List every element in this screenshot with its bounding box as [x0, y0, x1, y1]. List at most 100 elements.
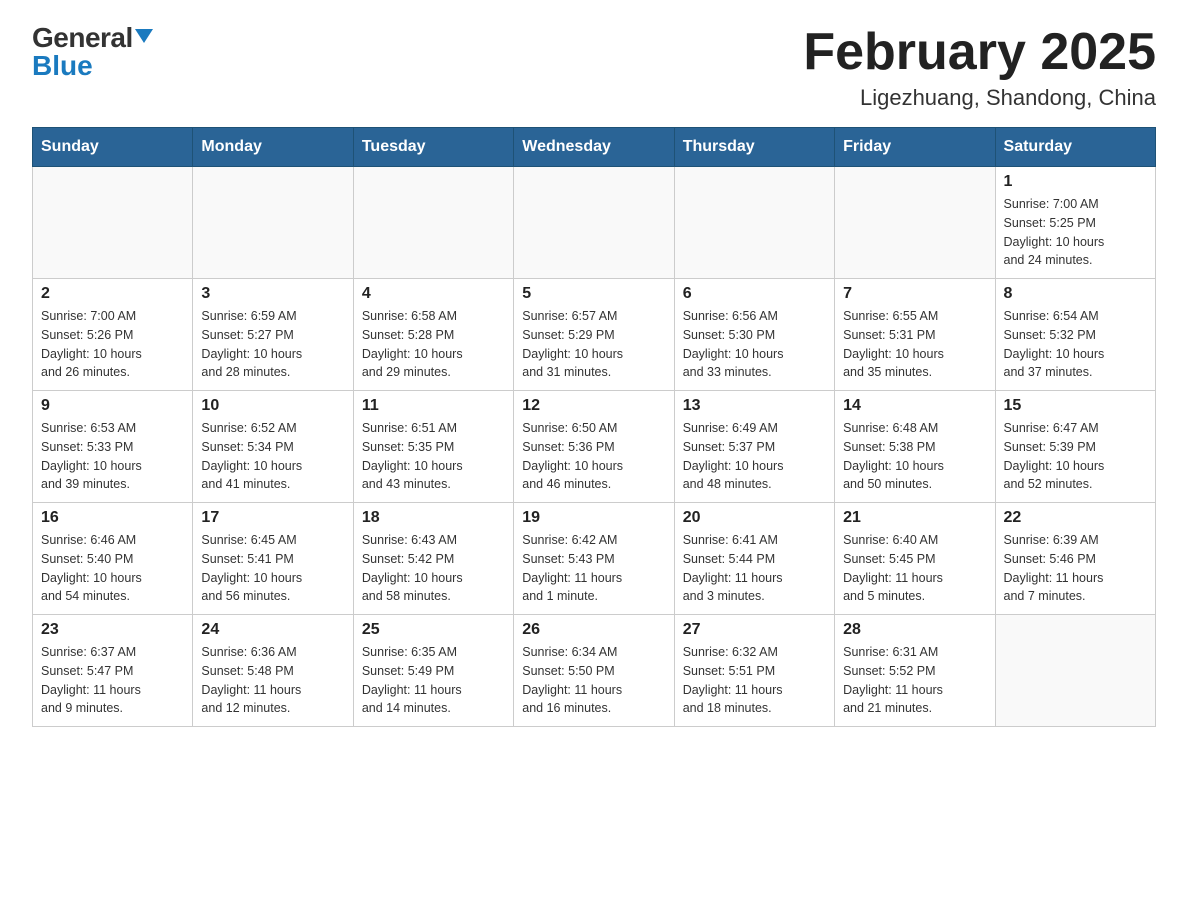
day-info: Sunrise: 6:36 AM Sunset: 5:48 PM Dayligh…	[201, 643, 344, 718]
day-number: 4	[362, 285, 505, 303]
day-number: 21	[843, 509, 986, 527]
title-area: February 2025 Ligezhuang, Shandong, Chin…	[803, 24, 1156, 111]
calendar-cell: 28 Sunrise: 6:31 AM Sunset: 5:52 PM Dayli…	[835, 615, 995, 727]
day-info: Sunrise: 6:56 AM Sunset: 5:30 PM Dayligh…	[683, 307, 826, 382]
day-info: Sunrise: 6:50 AM Sunset: 5:36 PM Dayligh…	[522, 419, 665, 494]
day-info: Sunrise: 6:31 AM Sunset: 5:52 PM Dayligh…	[843, 643, 986, 718]
calendar-cell: 15 Sunrise: 6:47 AM Sunset: 5:39 PM Dayli…	[995, 391, 1155, 503]
calendar-cell: 5 Sunrise: 6:57 AM Sunset: 5:29 PM Daylig…	[514, 279, 674, 391]
day-info: Sunrise: 6:39 AM Sunset: 5:46 PM Dayligh…	[1004, 531, 1147, 606]
calendar-cell: 2 Sunrise: 7:00 AM Sunset: 5:26 PM Daylig…	[33, 279, 193, 391]
calendar-cell: 24Sunrise: 6:36 AM Sunset: 5:48 PM Dayli…	[193, 615, 353, 727]
day-number: 12	[522, 397, 665, 415]
day-info: Sunrise: 6:45 AM Sunset: 5:41 PM Dayligh…	[201, 531, 344, 606]
day-number: 18	[362, 509, 505, 527]
day-info: Sunrise: 6:52 AM Sunset: 5:34 PM Dayligh…	[201, 419, 344, 494]
day-info: Sunrise: 6:55 AM Sunset: 5:31 PM Dayligh…	[843, 307, 986, 382]
calendar-header-row: SundayMondayTuesdayWednesdayThursdayFrid…	[33, 128, 1156, 167]
day-number: 14	[843, 397, 986, 415]
day-info: Sunrise: 6:49 AM Sunset: 5:37 PM Dayligh…	[683, 419, 826, 494]
day-info: Sunrise: 6:34 AM Sunset: 5:50 PM Dayligh…	[522, 643, 665, 718]
calendar-cell: 20 Sunrise: 6:41 AM Sunset: 5:44 PM Dayli…	[674, 503, 834, 615]
day-number: 13	[683, 397, 826, 415]
calendar-cell: 19Sunrise: 6:42 AM Sunset: 5:43 PM Dayli…	[514, 503, 674, 615]
calendar-cell: 12 Sunrise: 6:50 AM Sunset: 5:36 PM Dayli…	[514, 391, 674, 503]
day-number: 20	[683, 509, 826, 527]
calendar-cell: 23Sunrise: 6:37 AM Sunset: 5:47 PM Dayli…	[33, 615, 193, 727]
day-number: 22	[1004, 509, 1147, 527]
day-number: 17	[201, 509, 344, 527]
day-number: 25	[362, 621, 505, 639]
day-info: Sunrise: 6:48 AM Sunset: 5:38 PM Dayligh…	[843, 419, 986, 494]
day-number: 27	[683, 621, 826, 639]
day-info: Sunrise: 6:54 AM Sunset: 5:32 PM Dayligh…	[1004, 307, 1147, 382]
day-header-saturday: Saturday	[995, 128, 1155, 167]
calendar-cell: 6 Sunrise: 6:56 AM Sunset: 5:30 PM Daylig…	[674, 279, 834, 391]
day-header-tuesday: Tuesday	[353, 128, 513, 167]
day-number: 28	[843, 621, 986, 639]
day-number: 11	[362, 397, 505, 415]
calendar-cell: 17 Sunrise: 6:45 AM Sunset: 5:41 PM Dayli…	[193, 503, 353, 615]
calendar-cell	[835, 167, 995, 279]
calendar-week-row: 23Sunrise: 6:37 AM Sunset: 5:47 PM Dayli…	[33, 615, 1156, 727]
calendar-cell	[193, 167, 353, 279]
calendar-table: SundayMondayTuesdayWednesdayThursdayFrid…	[32, 127, 1156, 727]
calendar-cell: 14 Sunrise: 6:48 AM Sunset: 5:38 PM Dayli…	[835, 391, 995, 503]
day-info: Sunrise: 6:40 AM Sunset: 5:45 PM Dayligh…	[843, 531, 986, 606]
calendar-subtitle: Ligezhuang, Shandong, China	[803, 85, 1156, 111]
calendar-cell: 10Sunrise: 6:52 AM Sunset: 5:34 PM Dayli…	[193, 391, 353, 503]
calendar-cell: 13 Sunrise: 6:49 AM Sunset: 5:37 PM Dayli…	[674, 391, 834, 503]
calendar-week-row: 2 Sunrise: 7:00 AM Sunset: 5:26 PM Daylig…	[33, 279, 1156, 391]
day-info: Sunrise: 6:46 AM Sunset: 5:40 PM Dayligh…	[41, 531, 184, 606]
calendar-week-row: 9Sunrise: 6:53 AM Sunset: 5:33 PM Daylig…	[33, 391, 1156, 503]
day-number: 15	[1004, 397, 1147, 415]
day-number: 26	[522, 621, 665, 639]
day-number: 2	[41, 285, 184, 303]
logo-blue-text: Blue	[32, 52, 93, 80]
calendar-cell	[33, 167, 193, 279]
calendar-week-row: 16 Sunrise: 6:46 AM Sunset: 5:40 PM Dayli…	[33, 503, 1156, 615]
day-info: Sunrise: 6:47 AM Sunset: 5:39 PM Dayligh…	[1004, 419, 1147, 494]
day-info: Sunrise: 6:42 AM Sunset: 5:43 PM Dayligh…	[522, 531, 665, 606]
day-info: Sunrise: 6:35 AM Sunset: 5:49 PM Dayligh…	[362, 643, 505, 718]
calendar-cell: 27 Sunrise: 6:32 AM Sunset: 5:51 PM Dayli…	[674, 615, 834, 727]
day-number: 16	[41, 509, 184, 527]
day-info: Sunrise: 6:53 AM Sunset: 5:33 PM Dayligh…	[41, 419, 184, 494]
day-info: Sunrise: 7:00 AM Sunset: 5:26 PM Dayligh…	[41, 307, 184, 382]
calendar-cell	[514, 167, 674, 279]
day-info: Sunrise: 6:58 AM Sunset: 5:28 PM Dayligh…	[362, 307, 505, 382]
calendar-cell: 7 Sunrise: 6:55 AM Sunset: 5:31 PM Daylig…	[835, 279, 995, 391]
calendar-cell: 16 Sunrise: 6:46 AM Sunset: 5:40 PM Dayli…	[33, 503, 193, 615]
calendar-cell: 26 Sunrise: 6:34 AM Sunset: 5:50 PM Dayli…	[514, 615, 674, 727]
day-number: 3	[201, 285, 344, 303]
logo: General Blue	[32, 24, 153, 80]
calendar-cell: 1 Sunrise: 7:00 AM Sunset: 5:25 PM Daylig…	[995, 167, 1155, 279]
calendar-cell: 11Sunrise: 6:51 AM Sunset: 5:35 PM Dayli…	[353, 391, 513, 503]
day-info: Sunrise: 7:00 AM Sunset: 5:25 PM Dayligh…	[1004, 195, 1147, 270]
calendar-cell: 18 Sunrise: 6:43 AM Sunset: 5:42 PM Dayli…	[353, 503, 513, 615]
calendar-cell	[995, 615, 1155, 727]
day-number: 1	[1004, 173, 1147, 191]
calendar-cell: 4 Sunrise: 6:58 AM Sunset: 5:28 PM Daylig…	[353, 279, 513, 391]
calendar-week-row: 1 Sunrise: 7:00 AM Sunset: 5:25 PM Daylig…	[33, 167, 1156, 279]
day-number: 6	[683, 285, 826, 303]
day-info: Sunrise: 6:41 AM Sunset: 5:44 PM Dayligh…	[683, 531, 826, 606]
calendar-title: February 2025	[803, 24, 1156, 81]
day-header-sunday: Sunday	[33, 128, 193, 167]
header: General Blue February 2025 Ligezhuang, S…	[32, 24, 1156, 111]
day-header-thursday: Thursday	[674, 128, 834, 167]
calendar-cell: 9Sunrise: 6:53 AM Sunset: 5:33 PM Daylig…	[33, 391, 193, 503]
day-info: Sunrise: 6:59 AM Sunset: 5:27 PM Dayligh…	[201, 307, 344, 382]
day-number: 7	[843, 285, 986, 303]
calendar-cell	[353, 167, 513, 279]
day-info: Sunrise: 6:37 AM Sunset: 5:47 PM Dayligh…	[41, 643, 184, 718]
calendar-cell: 25 Sunrise: 6:35 AM Sunset: 5:49 PM Dayli…	[353, 615, 513, 727]
logo-triangle-icon	[135, 29, 153, 43]
day-header-monday: Monday	[193, 128, 353, 167]
day-info: Sunrise: 6:32 AM Sunset: 5:51 PM Dayligh…	[683, 643, 826, 718]
day-info: Sunrise: 6:57 AM Sunset: 5:29 PM Dayligh…	[522, 307, 665, 382]
day-number: 8	[1004, 285, 1147, 303]
day-number: 5	[522, 285, 665, 303]
day-header-friday: Friday	[835, 128, 995, 167]
day-info: Sunrise: 6:43 AM Sunset: 5:42 PM Dayligh…	[362, 531, 505, 606]
